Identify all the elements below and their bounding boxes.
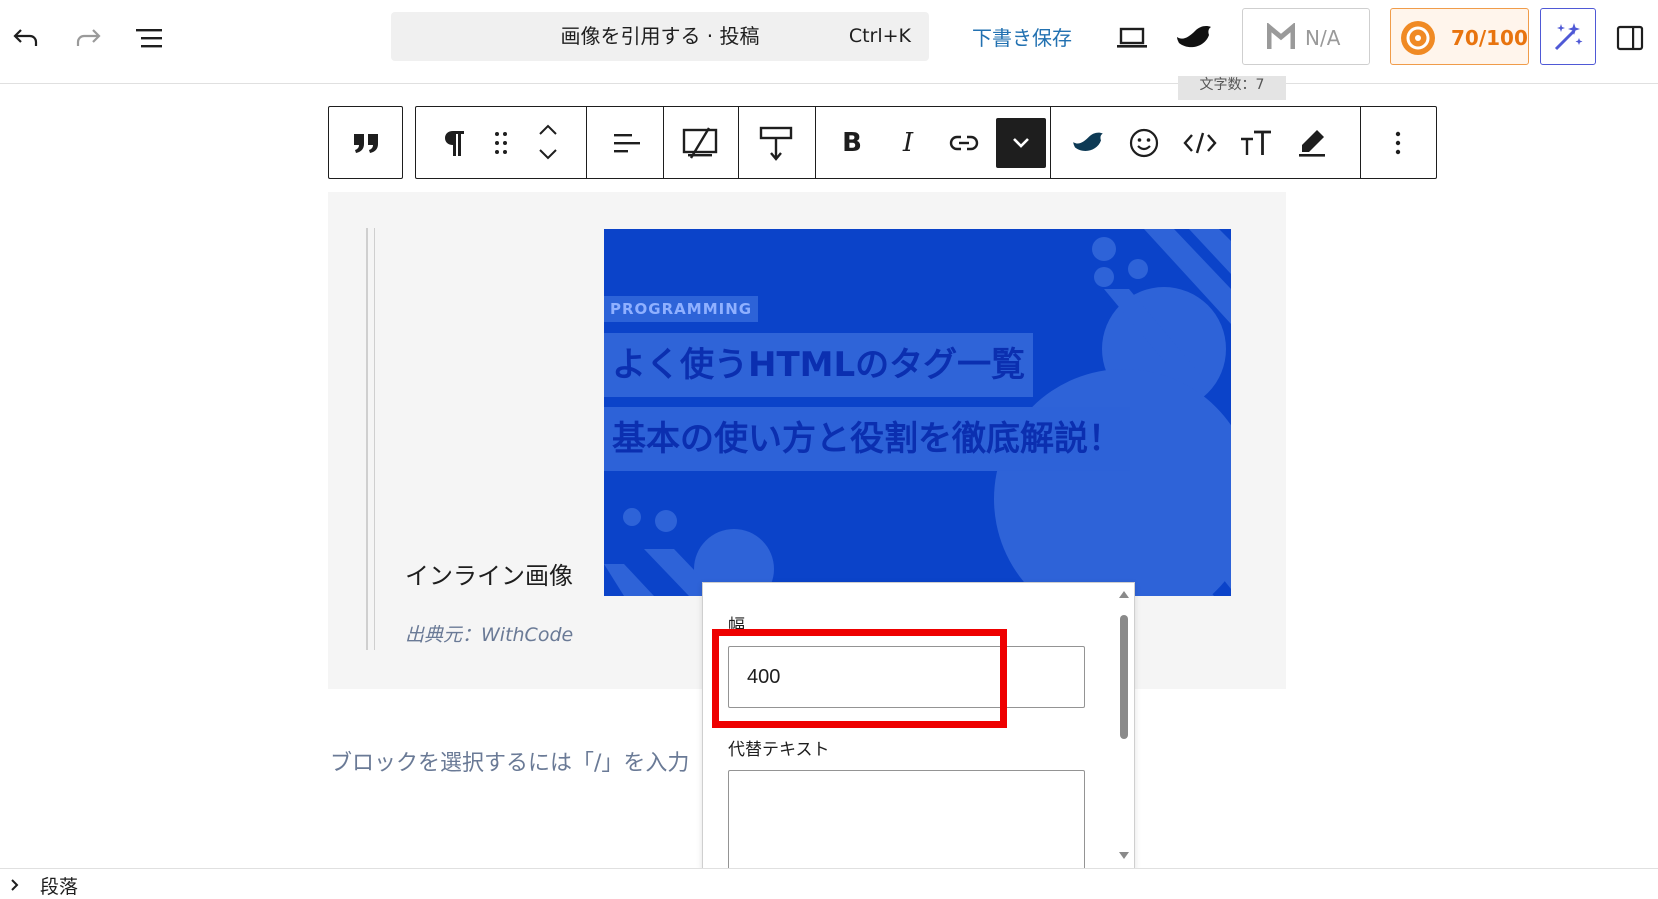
drag-handle-icon [495,131,507,154]
list-view-icon [136,29,162,48]
image-text-button[interactable] [665,106,735,179]
toolbar-divider [1360,106,1361,179]
chevron-up-icon [539,124,557,135]
popover-scrollbar[interactable] [1115,585,1133,869]
drag-handle[interactable] [483,106,519,179]
alt-text-input[interactable] [728,770,1085,870]
swallow-button[interactable] [1172,16,1216,60]
score-label: 70/100 [1451,26,1528,50]
more-formats-button[interactable] [996,118,1046,168]
quote-border [366,228,368,650]
options-icon [1395,131,1401,154]
scroll-up-icon[interactable] [1118,589,1130,599]
block-breadcrumb-bar: 段落 [0,868,1658,899]
undo-icon [13,29,38,46]
quote-citation[interactable]: 出典元：WithCode [405,620,573,647]
redo-button[interactable] [68,18,108,58]
settings-sidebar-button[interactable] [1610,18,1650,58]
scrollbar-thumb[interactable] [1120,615,1128,739]
highlighter-icon [1299,129,1325,157]
width-input[interactable] [728,646,1085,708]
paragraph-icon [445,130,464,156]
emoji-button[interactable] [1122,106,1166,179]
undo-button[interactable] [6,18,46,58]
toolbar-divider [1050,106,1051,179]
more-chevron-icon [1013,138,1029,148]
options-button[interactable] [1376,106,1420,179]
bold-button[interactable]: B [830,106,874,179]
select-parent-quote-button[interactable] [328,106,403,179]
move-up-button[interactable] [530,118,566,142]
emoji-icon [1129,128,1159,157]
move-down-button[interactable] [530,142,566,166]
breadcrumb-item-paragraph[interactable]: 段落 [40,872,78,899]
image-tag: PROGRAMMING [604,296,759,322]
list-view-button[interactable] [130,18,170,58]
inline-image[interactable]: PROGRAMMING よく使うHTMLのタグ一覧 基本の使い方と役割を徹底解説… [604,229,1231,596]
chevron-right-icon [11,879,19,891]
highlight-button[interactable] [1290,106,1334,179]
toolbar-divider [815,106,816,179]
quote-border [374,228,375,650]
code-icon [1183,132,1217,153]
sidebar-toggle-icon [1616,25,1644,51]
m-logo-icon [1267,23,1295,49]
na-button[interactable]: N/A [1242,8,1370,65]
align-button[interactable] [596,106,656,179]
swallow-icon [1073,132,1103,151]
magic-wand-icon [1554,22,1583,50]
swallow-icon [1177,26,1211,48]
score-button[interactable]: 70/100 [1390,8,1529,65]
editor-header: 画像を引用する · 投稿 Ctrl+K 下書き保存 N/A 70/100 [0,0,1658,84]
text-size-icon [1241,130,1271,155]
block-type-button[interactable] [435,106,475,179]
gear-score-icon [1401,21,1435,55]
redo-icon [76,29,101,46]
image-heading-1: よく使うHTMLのタグ一覧 [604,333,1034,397]
toolbar-divider [586,106,587,179]
align-left-icon [614,133,640,152]
code-button[interactable] [1178,106,1222,179]
height-button[interactable] [740,106,812,179]
text-size-button[interactable] [1234,106,1278,179]
block-placeholder[interactable]: ブロックを選択するには「/」を入力 [330,745,689,777]
height-icon [759,126,793,161]
toolbar-divider [738,106,739,179]
preview-button[interactable] [1112,18,1152,58]
na-label: N/A [1305,26,1341,50]
scroll-down-icon[interactable] [1118,851,1130,861]
width-label: 幅 [728,616,745,636]
image-settings-popover: 幅 代替テキスト [702,582,1135,870]
toolbar-divider [663,106,664,179]
quote-icon [353,133,378,153]
shortcut-hint: Ctrl+K [848,25,911,47]
italic-button[interactable]: I [886,106,930,179]
link-icon [949,135,979,150]
word-count-badge: 文字数：7 [1178,76,1286,100]
image-heading-2: 基本の使い方と役割を徹底解説！ [604,407,1130,471]
command-palette-button[interactable]: 画像を引用する · 投稿 Ctrl+K [391,12,929,61]
alt-text-label: 代替テキスト [728,740,830,760]
chevron-down-icon [539,149,557,160]
ai-assistant-button[interactable] [1540,8,1596,65]
quote-text[interactable]: インライン画像 [405,556,573,591]
link-button[interactable] [942,106,986,179]
laptop-icon [1117,27,1147,48]
swallow-format-button[interactable] [1066,106,1110,179]
image-text-icon [682,126,718,159]
save-draft-button[interactable]: 下書き保存 [972,22,1072,51]
